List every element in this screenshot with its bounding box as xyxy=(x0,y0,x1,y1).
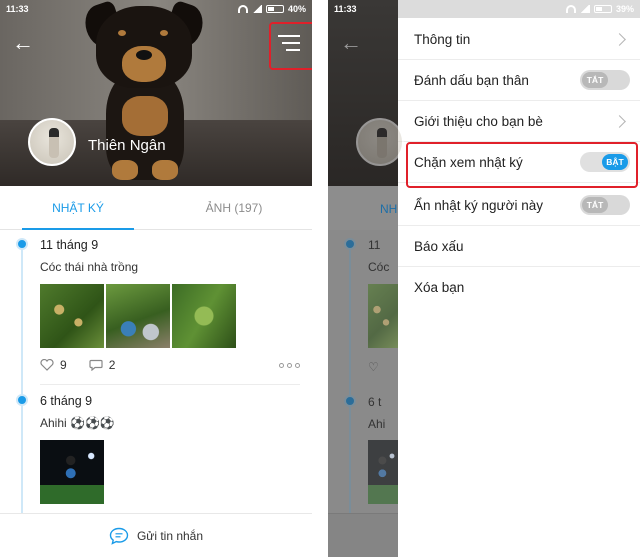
profile-name: Thiên Ngân xyxy=(88,137,166,154)
profile-menu-screen: ← NH 11 Cóc ♡ 6 t Ahi 11:33 39% Thông ti… xyxy=(328,0,640,557)
battery-level: 39% xyxy=(615,4,634,14)
post-text: Ahi xyxy=(368,417,386,431)
menu-item-label: Đánh dấu bạn thân xyxy=(414,72,529,88)
profile-screen: 11:33 40% ← Thiên Ngân NHẬT KÝ ẢNH (197) xyxy=(0,0,312,557)
timeline-line xyxy=(349,244,351,513)
menu-item-introduce-friend[interactable]: Giới thiệu cho bạn bè xyxy=(398,101,640,142)
diary-timeline: 11 tháng 9 Cóc thái nhà trồng 9 2 6 thán… xyxy=(0,230,312,513)
like-icon: ♡ xyxy=(368,360,379,374)
status-bar: 11:33 39% xyxy=(328,0,640,18)
diary-post: 6 tháng 9 Ahihi ⚽⚽⚽ xyxy=(0,388,312,513)
toggle-state: TẮT xyxy=(582,197,608,213)
menu-item-label: Xóa bạn xyxy=(414,280,465,295)
tab-diary[interactable]: NHẬT KÝ xyxy=(0,186,156,230)
chevron-right-icon xyxy=(613,32,626,46)
timeline-dot xyxy=(344,238,356,250)
menu-item-hide-diary[interactable]: Ẩn nhật ký người này TẮT xyxy=(398,185,640,226)
chevron-right-icon xyxy=(613,114,626,128)
post-date: 6 t xyxy=(368,395,382,409)
dimmed-background[interactable]: ← NH 11 Cóc ♡ 6 t Ahi xyxy=(328,0,404,557)
post-photo xyxy=(368,440,398,504)
avatar xyxy=(356,118,404,166)
battery-icon xyxy=(265,5,284,13)
timeline-dot xyxy=(344,395,356,407)
chat-bubble-icon xyxy=(109,527,129,545)
back-arrow-icon[interactable]: ← xyxy=(10,30,36,56)
post-divider xyxy=(40,384,300,385)
status-bar: 11:33 40% xyxy=(0,0,312,18)
post-date: 6 tháng 9 xyxy=(40,394,93,408)
menu-item-info[interactable]: Thông tin xyxy=(398,19,640,60)
dimmed-bottombar xyxy=(328,513,398,557)
wifi-icon xyxy=(237,5,248,13)
comment-button[interactable]: 2 xyxy=(89,358,116,372)
menu-item-mark-close-friend[interactable]: Đánh dấu bạn thân TẮT xyxy=(398,60,640,101)
timeline-dot xyxy=(16,238,28,250)
post-date: 11 xyxy=(368,238,381,252)
signal-icon xyxy=(251,5,262,13)
block-diary-highlight-box xyxy=(406,142,638,188)
post-text: Ahihi ⚽⚽⚽ xyxy=(40,416,115,430)
more-options-icon[interactable] xyxy=(279,362,300,368)
post-photos xyxy=(40,284,236,348)
menu-item-label: Giới thiệu cho bạn bè xyxy=(414,113,543,129)
menu-highlight-box xyxy=(269,22,312,70)
tab-photos[interactable]: ẢNH (197) xyxy=(156,186,312,229)
post-photo[interactable] xyxy=(172,284,236,348)
menu-item-label: Báo xấu xyxy=(414,238,464,254)
status-time: 11:33 xyxy=(334,4,357,14)
battery-level: 40% xyxy=(287,4,306,14)
post-photo[interactable] xyxy=(106,284,170,348)
menu-item-label: Ẩn nhật ký người này xyxy=(414,197,543,213)
post-text: Cóc thái nhà trồng xyxy=(40,260,139,274)
profile-tabs: NHẬT KÝ ẢNH (197) xyxy=(0,186,312,230)
comment-icon xyxy=(89,359,103,371)
timeline-dot xyxy=(16,394,28,406)
post-date: 11 tháng 9 xyxy=(40,238,99,252)
post-photo xyxy=(368,284,398,348)
like-count: 9 xyxy=(60,358,67,372)
post-text: Cóc xyxy=(368,260,390,274)
toggle-state: TẮT xyxy=(582,72,608,88)
post-actions: 9 2 xyxy=(40,358,300,372)
menu-item-report[interactable]: Báo xấu xyxy=(398,226,640,267)
post-photo[interactable] xyxy=(40,284,104,348)
dimmed-tab-label: NH xyxy=(380,202,398,216)
status-time: 11:33 xyxy=(6,4,29,14)
hide-diary-toggle[interactable]: TẮT xyxy=(580,195,630,215)
diary-post: 11 tháng 9 Cóc thái nhà trồng 9 2 xyxy=(0,230,312,385)
post-photo[interactable] xyxy=(40,440,104,504)
avatar[interactable] xyxy=(28,118,76,166)
back-arrow-icon: ← xyxy=(340,30,362,55)
signal-icon xyxy=(579,5,590,13)
menu-item-label: Thông tin xyxy=(414,31,471,47)
menu-item-unfriend[interactable]: Xóa bạn xyxy=(398,267,640,308)
comment-count: 2 xyxy=(108,358,116,372)
battery-icon xyxy=(593,5,612,13)
close-friend-toggle[interactable]: TẮT xyxy=(580,70,630,90)
post-photos xyxy=(40,440,104,504)
heart-icon xyxy=(40,359,54,371)
send-message-button[interactable]: Gửi tin nhắn xyxy=(0,513,312,557)
like-button[interactable]: 9 xyxy=(40,358,67,372)
send-message-label: Gửi tin nhắn xyxy=(136,528,204,543)
wifi-icon xyxy=(565,5,576,13)
dimmed-tabbar: NH xyxy=(328,186,398,230)
